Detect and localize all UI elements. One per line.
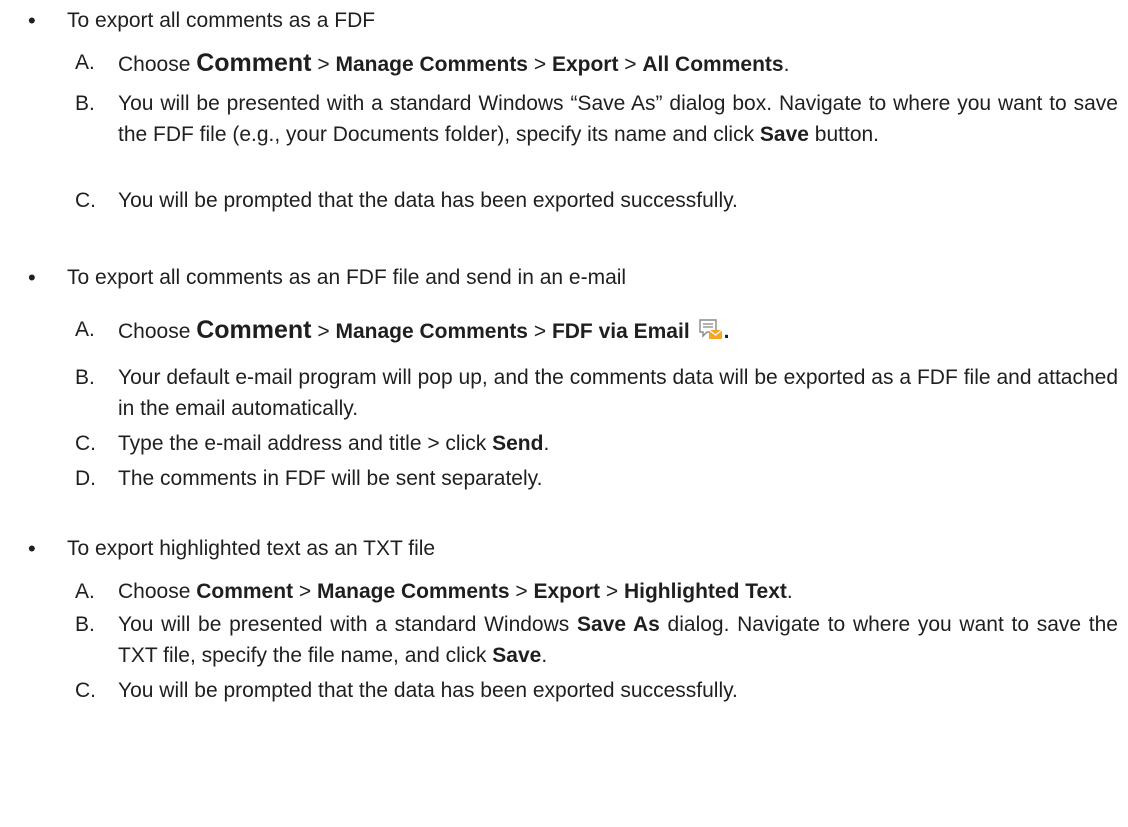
- fdf-email-icon: [698, 318, 724, 352]
- step-letter: C.: [75, 189, 96, 212]
- menu-highlighted-text: Highlighted Text: [623, 580, 787, 603]
- step-text: You will be presented with a standard Wi…: [118, 92, 1118, 146]
- step-letter: C.: [75, 679, 96, 702]
- step-text: Choose Comment > Manage Comments > Expor…: [118, 580, 793, 603]
- section-heading: To export highlighted text as an TXT fil…: [67, 537, 436, 560]
- menu-comment: Comment: [196, 49, 312, 77]
- step-text: The comments in FDF will be sent separat…: [118, 467, 543, 490]
- menu-comment: Comment: [196, 316, 312, 344]
- bullet: •: [28, 265, 36, 290]
- step-letter: B.: [75, 92, 95, 115]
- menu-comment: Comment: [196, 580, 294, 603]
- step-text: Choose Comment > Manage Comments > Expor…: [118, 49, 790, 77]
- menu-manage-comments: Manage Comments: [335, 53, 528, 76]
- section-heading: To export all comments as a FDF: [67, 9, 376, 32]
- step-letter: B.: [75, 366, 95, 389]
- step-text: You will be prompted that the data has b…: [118, 679, 738, 702]
- step-letter: A.: [75, 580, 95, 603]
- menu-fdf-via-email: FDF via Email: [551, 320, 690, 343]
- bullet: •: [28, 8, 36, 33]
- step-text: Your default e-mail program will pop up,…: [118, 366, 1118, 420]
- step-letter: B.: [75, 613, 95, 636]
- step-text: Choose Comment > Manage Comments > FDF v…: [118, 315, 1118, 352]
- step-text: You will be prompted that the data has b…: [118, 189, 738, 212]
- menu-manage-comments: Manage Comments: [335, 320, 528, 343]
- menu-manage-comments: Manage Comments: [317, 580, 510, 603]
- step-letter: A.: [75, 51, 95, 74]
- step-letter: D.: [75, 467, 96, 490]
- step-letter: C.: [75, 432, 96, 455]
- save-label: Save: [492, 643, 542, 667]
- menu-export: Export: [551, 53, 619, 76]
- menu-export: Export: [533, 580, 600, 603]
- save-as-label: Save As: [577, 613, 660, 636]
- step-letter: A.: [75, 318, 95, 341]
- document-page: • To export all comments as a FDF A. Cho…: [0, 0, 1128, 827]
- menu-all-comments: All Comments: [642, 53, 784, 76]
- step-text: You will be presented with a standard Wi…: [118, 613, 1118, 667]
- step-text: Type the e-mail address and title > clic…: [118, 432, 550, 455]
- send-label: Send: [492, 432, 544, 455]
- section-heading: To export all comments as an FDF file an…: [67, 266, 627, 289]
- save-label: Save: [759, 122, 809, 146]
- bullet: •: [28, 536, 36, 561]
